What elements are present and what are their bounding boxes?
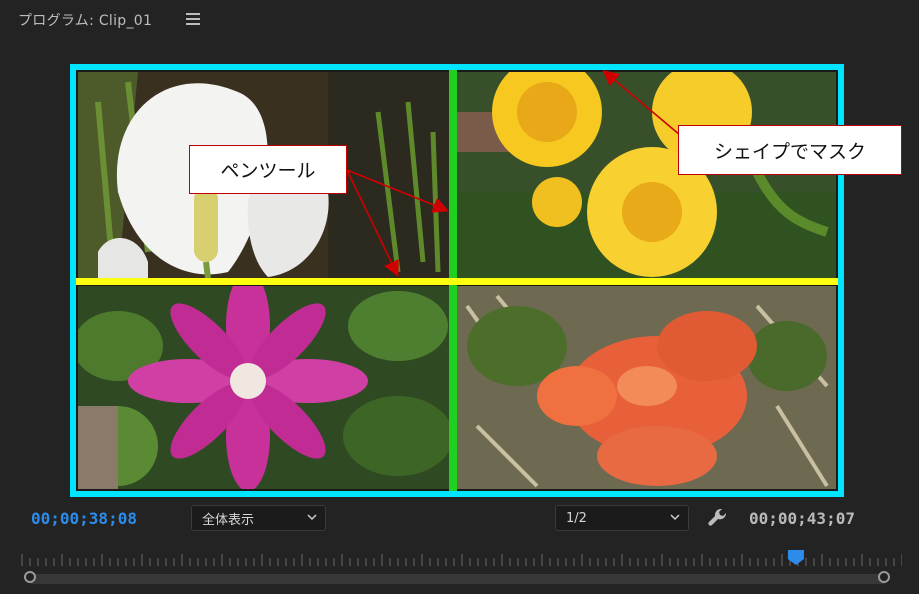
zoom-level-select[interactable]: 全体表示	[191, 505, 326, 531]
wrench-icon[interactable]	[706, 506, 730, 530]
playback-resolution-value: 1/2	[566, 510, 587, 526]
zoom-level-value: 全体表示	[202, 512, 255, 528]
scroll-handle-left[interactable]	[24, 571, 36, 583]
shape-mask-callout: シェイプでマスク	[678, 125, 902, 175]
callout-arrows	[346, 69, 681, 277]
scroll-handle-right[interactable]	[878, 571, 890, 583]
current-timecode[interactable]: 00;00;38;08	[31, 509, 137, 528]
chevron-down-icon	[670, 514, 680, 521]
pen-tool-callout: ペンツール	[189, 145, 347, 194]
duration-timecode: 00;00;43;07	[749, 509, 855, 528]
zoom-scroll-bar[interactable]	[30, 574, 886, 584]
playback-resolution-select[interactable]: 1/2	[555, 505, 689, 531]
chevron-down-icon	[307, 514, 317, 521]
